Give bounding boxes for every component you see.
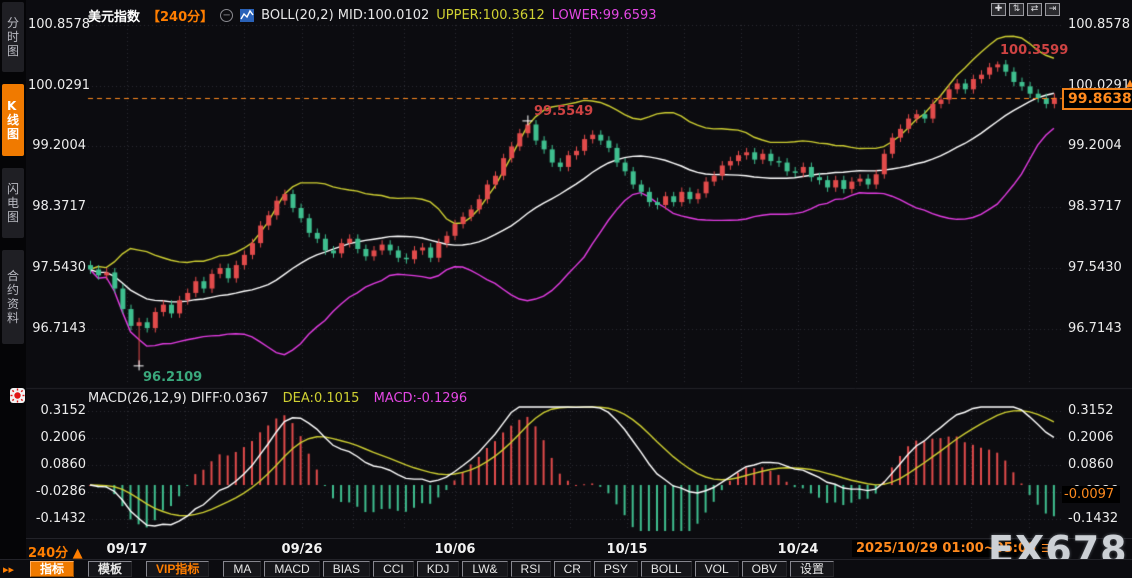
sidebar-tab-label: 分时图 xyxy=(6,16,19,58)
chart-window: 分时图 K线图 闪电图 合约资料 美元指数 【240分】 − BOLL(20,2… xyxy=(0,0,1132,578)
collapse-icon[interactable]: − xyxy=(220,9,234,22)
boll-lower-readout: LOWER:99.6593 xyxy=(551,8,657,23)
indicator-button-ma[interactable]: MA xyxy=(223,561,262,577)
indicator-button-lw[interactable]: LW& xyxy=(462,561,508,577)
indicator-button-bias[interactable]: BIAS xyxy=(322,561,371,577)
last-price-value: 99.8638 xyxy=(1062,88,1132,110)
y-axis-label: 97.5430 xyxy=(1068,259,1122,275)
indicator-button-obv[interactable]: OBV xyxy=(741,561,787,577)
sidebar-tab-lightning[interactable]: 闪电图 xyxy=(2,168,24,238)
y-axis-label: 96.7143 xyxy=(1068,320,1122,336)
date-tick-label: 10/06 xyxy=(434,542,476,557)
indicator-button-rsi[interactable]: RSI xyxy=(510,561,551,577)
sidebar: 分时图 K线图 闪电图 合约资料 xyxy=(0,0,26,578)
last-price-tag: ▲ 99.8638 xyxy=(1062,78,1132,110)
indicator-button-vol[interactable]: VOL xyxy=(694,561,739,577)
annotation-high: 100.3599 xyxy=(1000,43,1069,58)
chart-header: 美元指数 【240分】 − BOLL(20,2) MID:100.0102 UP… xyxy=(88,6,657,25)
y-axis-label: 100.8578 xyxy=(1068,17,1131,32)
boll-upper-readout: UPPER:100.3612 xyxy=(436,8,545,23)
sidebar-tab-contract-info[interactable]: 合约资料 xyxy=(2,250,24,344)
axis-zoom-vertical-icon[interactable]: ⇅ xyxy=(1009,3,1024,16)
macd-axis-label: 0.0860 xyxy=(40,456,87,472)
macd-axis-label: 0.2006 xyxy=(40,429,87,445)
sidebar-tab-label: K线图 xyxy=(6,99,19,141)
date-tick-label: 09/17 xyxy=(106,542,148,557)
sidebar-tab-label: 合约资料 xyxy=(6,269,19,325)
y-axis-label: 96.7143 xyxy=(32,320,86,336)
toolbar-expand-icon[interactable]: ▸▸ xyxy=(0,563,30,576)
pan-icon[interactable]: ✚ xyxy=(991,3,1006,16)
sidebar-tab-label: 闪电图 xyxy=(6,182,19,224)
symbol-title: 美元指数 xyxy=(88,10,141,25)
sidebar-tab-timeshare[interactable]: 分时图 xyxy=(2,2,24,72)
price-up-arrow-icon: ▲ xyxy=(1126,78,1132,89)
macd-axis-label: -0.1432 xyxy=(1068,510,1119,526)
last-macd-tag: -0.0097 xyxy=(1062,486,1121,503)
indicator-buttons: MA MACD BIAS CCI KDJ LW& RSI CR PSY BOLL VOL OBV 设置 xyxy=(223,561,837,577)
toolbar-tab-indicators[interactable]: 指标 xyxy=(30,561,75,577)
axis-zoom-horizontal-icon[interactable]: ⇄ xyxy=(1027,3,1042,16)
macd-diff-readout: MACD(26,12,9) DIFF:0.0367 xyxy=(88,391,269,406)
macd-header: MACD(26,12,9) DIFF:0.0367 DEA:0.1015 MAC… xyxy=(88,391,477,406)
macd-axis-label: 0.0860 xyxy=(1068,456,1114,472)
y-axis-label: 99.2004 xyxy=(32,138,86,154)
macd-axis-label: 0.3152 xyxy=(1068,402,1114,418)
indicator-button-cci[interactable]: CCI xyxy=(373,561,414,577)
date-tick-label: 10/15 xyxy=(606,542,648,557)
bottom-toolbar: ▸▸ 指标 模板 VIP指标 MA MACD BIAS CCI KDJ LW& RSI CR P… xyxy=(0,559,1132,578)
boll-mid-readout: BOLL(20,2) MID:100.0102 xyxy=(261,8,430,23)
date-tick-label: 10/24 xyxy=(777,542,819,557)
indicator-button-macd[interactable]: MACD xyxy=(264,561,320,577)
interval-badge[interactable]: 【240分】 xyxy=(147,6,213,25)
macd-hist-readout: MACD:-0.1296 xyxy=(373,391,468,406)
macd-dea-readout: DEA:0.1015 xyxy=(282,391,360,406)
alert-burst-icon[interactable] xyxy=(9,387,26,408)
chart-tools: ✚ ⇅ ⇄ ⇥ xyxy=(991,3,1060,16)
macd-axis-label: -0.1432 xyxy=(35,510,86,526)
macd-axis-label: 0.2006 xyxy=(1068,429,1114,445)
y-axis-label: 98.3717 xyxy=(1068,199,1122,215)
indicator-button-psy[interactable]: PSY xyxy=(593,561,638,577)
toolbar-tab-vip-indicators[interactable]: VIP指标 xyxy=(146,561,210,577)
annotation-low: 96.2109 xyxy=(143,370,203,385)
sidebar-tab-kline[interactable]: K线图 xyxy=(2,84,24,156)
scroll-right-icon[interactable]: ⇥ xyxy=(1045,3,1060,16)
y-axis-label: 98.3717 xyxy=(32,199,86,215)
indicator-button-kdj[interactable]: KDJ xyxy=(416,561,460,577)
y-axis-label: 97.5430 xyxy=(32,259,86,275)
indicator-button-cr[interactable]: CR xyxy=(553,561,591,577)
date-tick-label: 09/26 xyxy=(281,542,323,557)
chart-canvas[interactable] xyxy=(0,0,1132,578)
macd-axis-label: 0.3152 xyxy=(40,402,87,418)
y-axis-label: 99.2004 xyxy=(1068,138,1122,154)
annotation-mid-high: 99.5549 xyxy=(534,104,594,119)
indicator-button-[interactable]: 设置 xyxy=(789,561,834,577)
y-axis-label: 100.8578 xyxy=(28,17,91,32)
indicator-button-boll[interactable]: BOLL xyxy=(640,561,692,577)
toolbar-tab-templates[interactable]: 模板 xyxy=(88,561,133,577)
macd-axis-label: -0.0286 xyxy=(35,483,86,499)
chart-type-icon[interactable] xyxy=(240,9,255,22)
x-axis: 240分 ▲ 09/17 09/26 10/06 10/15 10/24 2025/10… xyxy=(26,538,1132,561)
y-axis-label: 100.0291 xyxy=(28,77,91,93)
